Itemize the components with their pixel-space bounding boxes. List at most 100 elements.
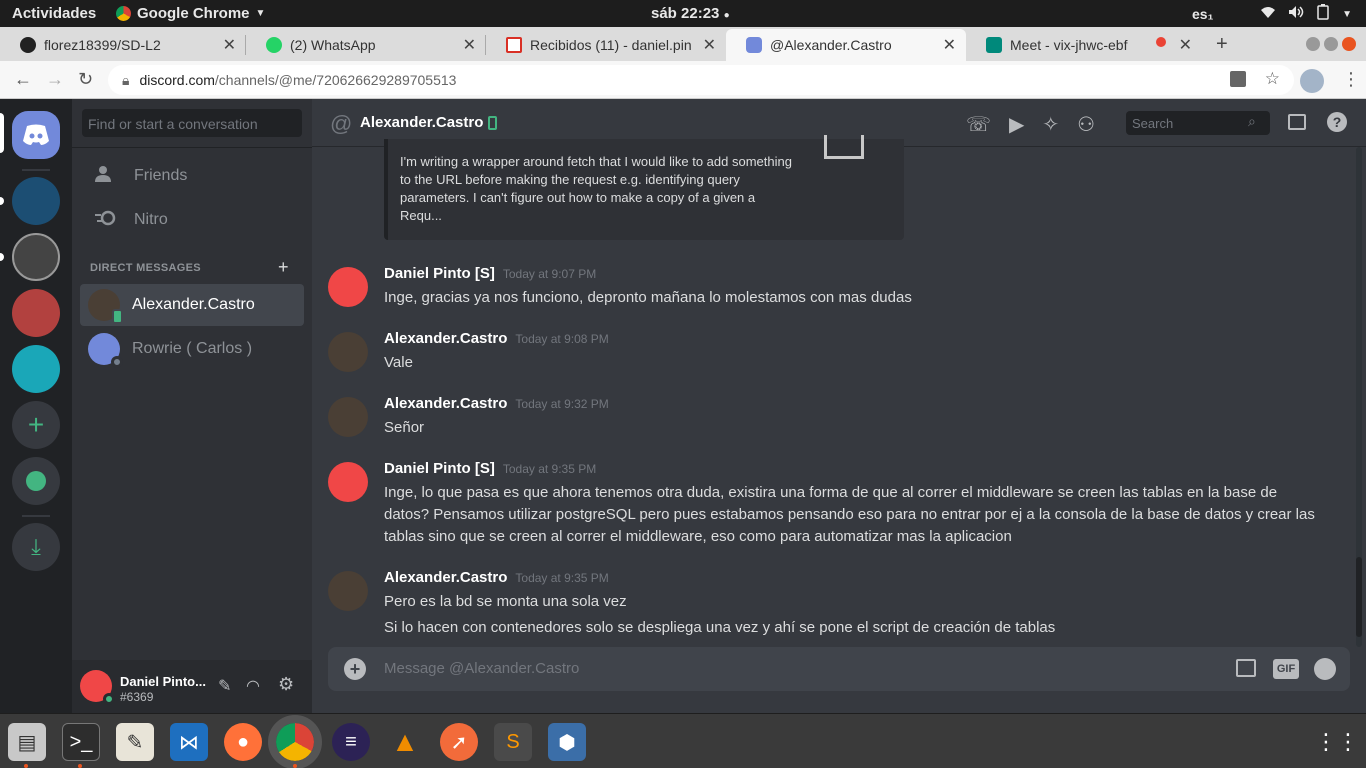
add-friend-icon[interactable]: ⚇ — [1077, 112, 1095, 137]
vscode-icon[interactable]: ⋈ — [170, 723, 208, 761]
virtualbox-icon[interactable]: ⬢ — [548, 723, 586, 761]
window-controls[interactable] — [1306, 37, 1356, 51]
tab-whatsapp[interactable]: (2) WhatsApp ✕ — [246, 29, 486, 61]
tab-gmail[interactable]: Recibidos (11) - daniel.pin ✕ — [486, 29, 726, 61]
add-server-button[interactable]: + — [12, 401, 60, 449]
firefox-icon[interactable]: ● — [224, 723, 262, 761]
tab-discord[interactable]: @Alexander.Castro ✕ — [726, 29, 966, 61]
dm-header: DIRECT MESSAGES — [90, 262, 201, 274]
message-composer[interactable]: + Message @Alexander.Castro GIF — [328, 647, 1350, 691]
keyboard-layout[interactable]: es₁ — [1192, 6, 1213, 22]
vlc-icon[interactable]: ▲ — [386, 723, 424, 761]
home-button[interactable] — [12, 111, 60, 159]
app-menu[interactable]: Google Chrome ▼ — [116, 5, 265, 22]
friends-link[interactable]: Friends — [80, 155, 304, 197]
pin-icon[interactable]: ✧ — [1042, 112, 1059, 137]
url-path: /channels/@me/720626629289705513 — [214, 72, 457, 88]
system-tray[interactable]: ▼ — [1260, 4, 1352, 24]
profile-avatar[interactable] — [1300, 69, 1324, 93]
scrollbar[interactable] — [1356, 147, 1362, 647]
emoji-icon[interactable] — [1314, 658, 1336, 680]
download-apps-button[interactable]: ⤓ — [12, 523, 60, 571]
at-icon: @ — [330, 111, 353, 136]
dm-item-rowrie[interactable]: Rowrie ( Carlos ) — [80, 328, 304, 370]
author-name[interactable]: Alexander.Castro Today at 9:32 PM — [384, 395, 609, 412]
dm-item-alexander[interactable]: Alexander.Castro — [80, 284, 304, 326]
close-window-icon[interactable] — [1342, 37, 1356, 51]
server-2[interactable] — [12, 233, 60, 281]
terminal-icon[interactable]: >_ — [62, 723, 100, 761]
forward-icon[interactable]: → — [46, 69, 64, 90]
maximize-icon[interactable] — [1324, 37, 1338, 51]
chevron-down-icon: ▼ — [255, 8, 266, 19]
close-icon[interactable]: ✕ — [943, 35, 956, 55]
dm-name: Alexander.Castro — [132, 296, 255, 313]
author-name[interactable]: Daniel Pinto [S] Today at 9:35 PM — [384, 460, 596, 477]
discord-icon — [746, 37, 762, 53]
avatar[interactable] — [328, 397, 368, 437]
back-icon[interactable]: ← — [14, 69, 32, 90]
close-icon[interactable]: ✕ — [223, 35, 236, 55]
eclipse-icon[interactable]: ≡ — [332, 723, 370, 761]
timestamp: Today at 9:35 PM — [502, 462, 597, 476]
tab-github[interactable]: florez18399/SD-L2 ✕ — [0, 29, 246, 61]
close-icon[interactable]: ✕ — [463, 35, 476, 55]
close-icon[interactable]: ✕ — [703, 35, 716, 55]
gift-icon[interactable] — [1236, 659, 1256, 677]
kebab-menu-icon[interactable]: ⋮ — [1342, 69, 1360, 90]
star-icon[interactable]: ☆ — [1265, 69, 1280, 89]
avatar[interactable] — [328, 571, 368, 611]
dock: ▤ >_ ✎ ⋈ ● ≡ ▲ ➚ S ⬢ ⋮⋮ — [0, 713, 1366, 768]
omnibox[interactable]: 🔒︎ discord.com/channels/@me/720626629289… — [108, 65, 1294, 95]
avatar[interactable] — [328, 462, 368, 502]
chrome-icon[interactable] — [268, 715, 322, 768]
message-input[interactable]: Message @Alexander.Castro — [384, 660, 579, 677]
message-text: Inge, gracias ya nos funciono, depronto … — [384, 289, 912, 306]
headphones-icon[interactable]: ◠ — [246, 676, 260, 696]
explore-servers-button[interactable] — [12, 457, 60, 505]
clock[interactable]: sáb 22:23 ● — [651, 5, 730, 22]
settings-gear-icon[interactable]: ⚙ — [278, 674, 294, 695]
avatar[interactable] — [328, 332, 368, 372]
inbox-icon[interactable] — [1288, 114, 1306, 130]
avatar[interactable] — [328, 267, 368, 307]
files-icon[interactable]: ▤ — [8, 723, 46, 761]
app-grid-icon[interactable]: ⋮⋮ — [1315, 723, 1359, 761]
sublime-icon[interactable]: S — [494, 723, 532, 761]
meet-icon — [986, 37, 1002, 53]
text-editor-icon[interactable]: ✎ — [116, 723, 154, 761]
scrollbar-thumb[interactable] — [1356, 557, 1362, 637]
server-1[interactable] — [12, 177, 60, 225]
create-dm-button[interactable]: + — [278, 257, 289, 278]
call-icon[interactable]: ☏ — [966, 112, 991, 137]
server-4[interactable] — [12, 345, 60, 393]
server-3[interactable] — [12, 289, 60, 337]
battery-icon — [1316, 4, 1330, 24]
minimize-icon[interactable] — [1306, 37, 1320, 51]
nitro-link[interactable]: Nitro — [80, 199, 304, 241]
postman-icon[interactable]: ➚ — [440, 723, 478, 761]
address-bar-row: ← → ↻ 🔒︎ discord.com/channels/@me/720626… — [0, 61, 1366, 99]
author-name[interactable]: Alexander.Castro Today at 9:35 PM — [384, 569, 609, 586]
activities-button[interactable]: Actividades — [12, 5, 96, 22]
divider — [22, 169, 50, 171]
close-icon[interactable]: ✕ — [1179, 35, 1192, 55]
new-tab-button[interactable]: + — [1216, 33, 1228, 56]
tab-meet[interactable]: Meet - vix-jhwc-ebf ✕ — [966, 29, 1202, 61]
author-name[interactable]: Daniel Pinto [S] Today at 9:07 PM — [384, 265, 596, 282]
running-indicator — [24, 764, 28, 768]
author: Alexander.Castro — [384, 395, 508, 412]
upload-plus-icon[interactable]: + — [344, 658, 366, 680]
translate-icon[interactable] — [1230, 71, 1246, 87]
user-avatar[interactable] — [80, 670, 115, 705]
find-conversation-input[interactable]: Find or start a conversation — [82, 109, 302, 137]
author-name[interactable]: Alexander.Castro Today at 9:08 PM — [384, 330, 609, 347]
video-icon[interactable]: ▶ — [1009, 112, 1024, 137]
search-icon: ⌕ — [1248, 113, 1256, 129]
author: Alexander.Castro — [384, 330, 508, 347]
gif-button[interactable]: GIF — [1273, 659, 1299, 679]
help-icon[interactable]: ? — [1327, 112, 1347, 132]
mute-mic-icon[interactable]: ✎ — [218, 676, 231, 696]
chrome-icon — [116, 6, 131, 21]
reload-icon[interactable]: ↻ — [78, 69, 93, 90]
